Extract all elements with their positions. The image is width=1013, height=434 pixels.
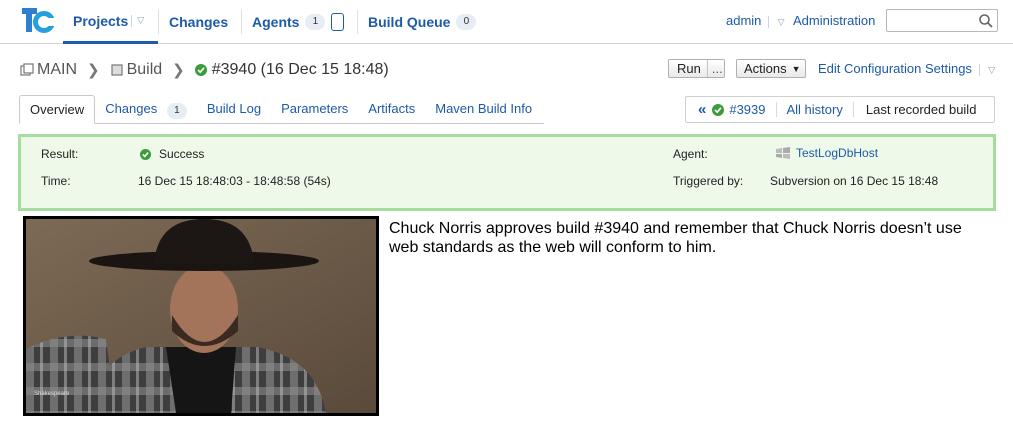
project-icon: [20, 63, 34, 76]
breadcrumb: MAIN ❯ Build ❯ #3940 (16 Dec 15 18:48): [20, 60, 389, 80]
double-chevron-left-icon: «: [698, 101, 707, 118]
agents-count-badge: 1: [305, 14, 326, 30]
build-config-icon: [110, 64, 123, 76]
administration-link[interactable]: Administration: [793, 13, 875, 28]
run-custom-button[interactable]: ...: [708, 60, 727, 77]
breadcrumb-project[interactable]: MAIN: [20, 61, 77, 79]
nav-changes[interactable]: Changes: [169, 0, 228, 44]
top-navigation-bar: Projects ▽ Changes Agents 1 Build Queue …: [0, 0, 1013, 44]
tab-parameters[interactable]: Parameters: [271, 95, 358, 124]
build-result-panel: Result: Success Time: 16 Dec 15 18:48:03…: [18, 134, 996, 211]
edit-configuration-link[interactable]: Edit Configuration Settings ▽: [818, 61, 995, 76]
tab-changes-label: Changes: [105, 101, 158, 116]
build-message: Chuck Norris approves build #3940 and re…: [389, 220, 962, 256]
nav-projects-label: Projects: [73, 12, 129, 29]
nav-projects[interactable]: Projects ▽: [63, 0, 158, 44]
chuck-norris-image: Shakespeare: [23, 216, 379, 416]
build-tabs: Overview Changes 1 Build Log Parameters …: [19, 95, 544, 124]
dropdown-arrow-icon: ▼: [791, 63, 801, 74]
build-queue-count-badge: 0: [456, 14, 477, 30]
time-value: 16 Dec 15 18:48:03 - 18:48:58 (54s): [138, 174, 331, 188]
chevron-down-icon[interactable]: ▽: [778, 17, 785, 28]
chuck-norris-photo: Shakespeare: [26, 219, 376, 413]
run-button[interactable]: Run ...: [668, 59, 725, 78]
breadcrumb-build: #3940 (16 Dec 15 18:48): [194, 61, 389, 79]
image-caption: Shakespeare: [34, 391, 70, 397]
chevron-right-icon: ❯: [172, 62, 185, 79]
chevron-right-icon: ❯: [87, 62, 100, 79]
tab-changes-count-badge: 1: [166, 103, 187, 119]
chevron-down-icon[interactable]: ▽: [137, 15, 144, 26]
build-history-nav: « #3939 All history Last recorded build: [685, 96, 995, 123]
success-icon: [712, 103, 725, 116]
nav-build-queue-label: Build Queue: [368, 14, 451, 30]
nav-changes-label: Changes: [169, 14, 229, 30]
all-history-link[interactable]: All history: [777, 102, 854, 117]
windows-icon: [776, 147, 790, 159]
run-label: Run: [669, 60, 708, 77]
actions-button[interactable]: Actions ▼: [736, 59, 806, 78]
teamcity-logo[interactable]: [20, 5, 54, 35]
edit-configuration-label: Edit Configuration Settings: [818, 61, 972, 76]
tab-changes[interactable]: Changes 1: [95, 95, 197, 124]
nav-agents[interactable]: Agents 1: [252, 0, 345, 44]
agent-label: Agent:: [673, 147, 708, 161]
triggered-by-label: Triggered by:: [673, 174, 744, 188]
nav-build-queue[interactable]: Build Queue 0: [368, 0, 477, 44]
nav-agents-label: Agents: [252, 14, 300, 30]
page-title: #3940 (16 Dec 15 18:48): [211, 61, 389, 78]
result-label: Result:: [41, 147, 79, 161]
user-menu[interactable]: admin ▽: [726, 13, 785, 28]
success-icon: [140, 148, 151, 160]
last-recorded-build-label: Last recorded build: [865, 102, 977, 117]
previous-build-label: #3939: [729, 102, 766, 117]
result-value: Success: [140, 147, 204, 161]
result-status-text: Success: [159, 147, 205, 161]
success-icon: [194, 64, 207, 76]
user-name: admin: [726, 13, 762, 28]
chevron-down-icon[interactable]: ▽: [988, 65, 995, 76]
actions-label: Actions: [744, 61, 787, 76]
agent-value: TestLogDbHost: [775, 146, 878, 160]
time-label: Time:: [41, 174, 71, 188]
breadcrumb-build-config[interactable]: Build: [110, 61, 163, 79]
tab-maven-build-info[interactable]: Maven Build Info: [425, 95, 542, 124]
tab-build-log[interactable]: Build Log: [197, 95, 271, 124]
tab-artifacts[interactable]: Artifacts: [358, 95, 425, 124]
triggered-by-value: Subversion on 16 Dec 15 18:48: [770, 174, 939, 188]
tab-overview[interactable]: Overview: [19, 95, 96, 124]
search-icon[interactable]: [978, 13, 994, 29]
agent-status-icon: [331, 13, 345, 31]
previous-build-link[interactable]: « #3939: [686, 101, 777, 118]
breadcrumb-build-config-label: Build: [126, 61, 163, 78]
breadcrumb-project-label: MAIN: [37, 61, 77, 78]
agent-link[interactable]: TestLogDbHost: [796, 146, 878, 160]
